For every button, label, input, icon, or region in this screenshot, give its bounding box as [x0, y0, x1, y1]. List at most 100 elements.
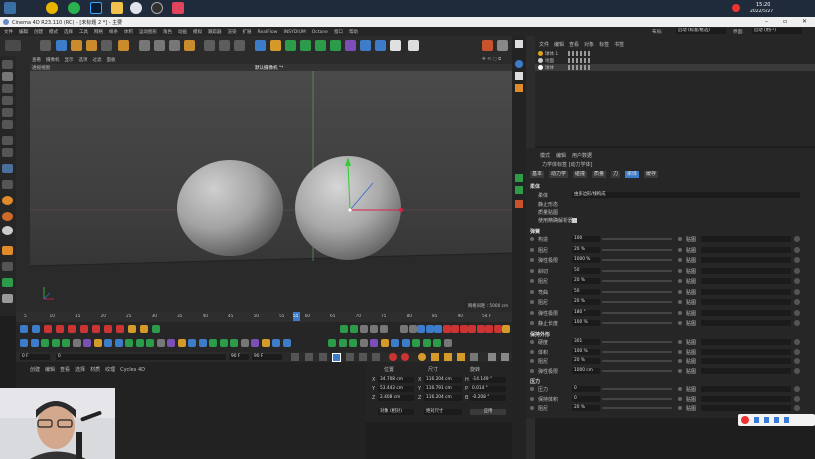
map-menu-icon[interactable]: [794, 386, 800, 392]
light-icon[interactable]: [390, 40, 401, 51]
plugin-icon[interactable]: [425, 325, 434, 333]
map-field[interactable]: [701, 278, 791, 284]
coordinate-icon[interactable]: [118, 40, 129, 51]
menu-item[interactable]: 选择: [64, 30, 73, 35]
attribute-tab[interactable]: 动力学: [549, 171, 569, 178]
paint-icon[interactable]: [2, 246, 13, 255]
plugin-icon[interactable]: [44, 325, 52, 333]
end-frame-field-b[interactable]: 90 F: [252, 354, 282, 360]
menu-item[interactable]: 角色: [163, 30, 172, 35]
plugin-icon[interactable]: [68, 325, 76, 333]
ime-s-icon[interactable]: [732, 4, 740, 12]
map-menu-icon[interactable]: [794, 236, 800, 242]
cloner-icon[interactable]: [315, 40, 326, 51]
plugin-icon[interactable]: [417, 325, 425, 333]
plugin-icon[interactable]: [282, 339, 291, 347]
strip-icon-2[interactable]: [515, 60, 523, 68]
attribute-menu-item[interactable]: 模式: [540, 153, 550, 159]
object-tags-icon[interactable]: [568, 51, 590, 56]
plugin-icon[interactable]: [360, 325, 368, 333]
param-value[interactable]: 20 %: [572, 405, 600, 411]
menu-icon[interactable]: [501, 353, 509, 361]
map-menu-icon[interactable]: [794, 257, 800, 263]
object-menu-item[interactable]: 对象: [584, 42, 594, 48]
strip-icon-6[interactable]: [515, 186, 523, 194]
plugin-icon[interactable]: [422, 339, 431, 347]
plugin-icon[interactable]: [146, 339, 154, 347]
menu-item[interactable]: 跟踪器: [208, 30, 222, 35]
cube-icon[interactable]: [255, 40, 266, 51]
map-menu-icon[interactable]: [794, 299, 800, 305]
plugin-icon[interactable]: [156, 339, 165, 347]
attribute-tab[interactable]: 碰撞: [573, 171, 588, 178]
strip-icon-5[interactable]: [515, 174, 523, 182]
go-end-icon[interactable]: [372, 353, 380, 361]
menu-item[interactable]: 工具: [79, 30, 88, 35]
plugin-icon[interactable]: [20, 339, 28, 347]
plugin-icon[interactable]: [135, 339, 144, 347]
map-field[interactable]: [701, 257, 791, 263]
brush-icon[interactable]: [2, 262, 13, 271]
extrude-icon[interactable]: [300, 40, 311, 51]
plugin-icon[interactable]: [261, 339, 270, 347]
s2-icon[interactable]: [2, 226, 13, 235]
pos-field[interactable]: 2.408 cm: [378, 395, 414, 401]
plugin-icon[interactable]: [476, 325, 485, 333]
menu-item[interactable]: 扩展: [243, 30, 252, 35]
viewport-menu-item[interactable]: 选项: [79, 58, 88, 63]
record-icon[interactable]: [172, 2, 184, 14]
plugin-icon[interactable]: [240, 339, 249, 347]
coord-mode-select[interactable]: 对象 (相对): [378, 409, 414, 415]
start-frame-field[interactable]: 0 F: [20, 354, 50, 360]
rot-field[interactable]: -14.149 °: [470, 377, 506, 383]
go-start-icon[interactable]: [291, 353, 299, 361]
plugin-icon[interactable]: [400, 325, 408, 333]
ime-tools-icon[interactable]: [754, 417, 804, 423]
param-slider[interactable]: [602, 248, 672, 251]
plugin-icon[interactable]: [167, 339, 175, 347]
x-axis-icon[interactable]: [139, 40, 150, 51]
prev-frame-icon[interactable]: [319, 353, 327, 361]
object-row[interactable]: 球体.1: [535, 50, 815, 57]
undo-icon[interactable]: [5, 40, 21, 51]
plugin-icon[interactable]: [502, 325, 510, 333]
rot-field[interactable]: -0.208 °: [470, 395, 506, 401]
current-frame-field[interactable]: 0: [56, 354, 226, 360]
map-field[interactable]: [701, 367, 791, 374]
plugin-icon[interactable]: [433, 339, 441, 347]
menu-item[interactable]: 模式: [49, 30, 58, 35]
param-slider[interactable]: [602, 350, 672, 353]
plugin-icon[interactable]: [80, 325, 88, 333]
viewport-menu-item[interactable]: 过滤: [93, 58, 102, 63]
param-value[interactable]: 20 %: [572, 299, 600, 305]
plugin-icon[interactable]: [41, 339, 49, 347]
plugin-icon[interactable]: [198, 339, 207, 347]
plugin-icon[interactable]: [83, 339, 91, 347]
folder-icon[interactable]: [111, 2, 123, 14]
octane-icon[interactable]: [482, 40, 493, 51]
object-tags-icon[interactable]: [568, 58, 590, 63]
plugin-icon[interactable]: [128, 325, 136, 333]
size-field[interactable]: 116.204 cm: [424, 395, 462, 401]
auto-key-icon[interactable]: [401, 353, 409, 361]
plugin-icon[interactable]: [209, 339, 217, 347]
floor-icon[interactable]: [360, 40, 371, 51]
apply-button[interactable]: 应用: [470, 409, 506, 415]
map-field[interactable]: [701, 320, 791, 326]
attribute-tab[interactable]: 力: [611, 171, 621, 178]
plugin-icon[interactable]: [114, 339, 123, 347]
map-field[interactable]: [701, 267, 791, 274]
menu-item[interactable]: 模拟: [193, 30, 202, 35]
param-value[interactable]: 20 %: [572, 358, 600, 364]
photoshop-icon[interactable]: [90, 2, 102, 14]
plugin-icon[interactable]: [20, 325, 28, 333]
sogou-icon[interactable]: [741, 416, 749, 424]
prev-key-icon[interactable]: [305, 353, 313, 361]
menu-item[interactable]: 创建: [34, 30, 43, 35]
attribute-menu-item[interactable]: 用户数据: [572, 153, 592, 159]
menu-item[interactable]: Octane: [312, 30, 328, 35]
map-menu-icon[interactable]: [794, 278, 800, 284]
object-row[interactable]: 球体: [535, 64, 815, 71]
pos-key-icon[interactable]: [431, 353, 439, 361]
strip-icon-4[interactable]: [515, 84, 523, 92]
